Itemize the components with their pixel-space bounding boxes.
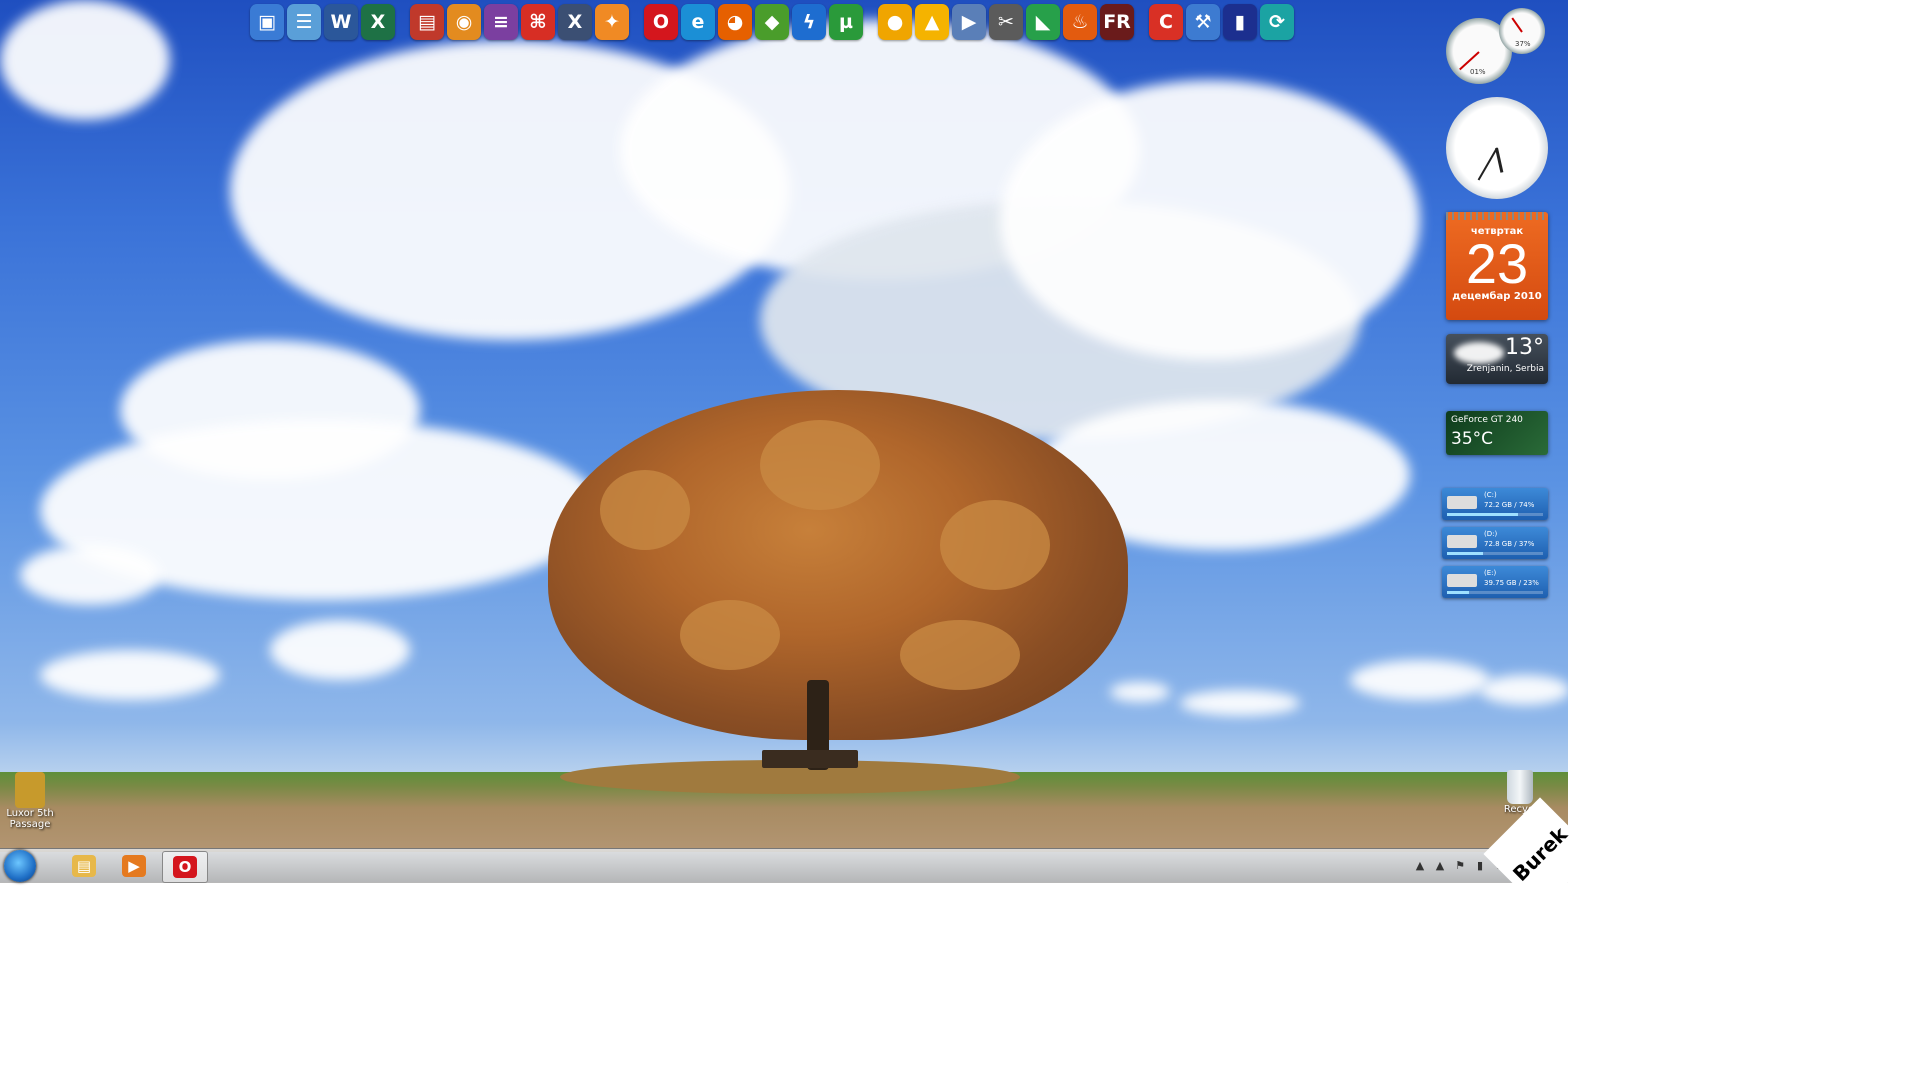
taskbar-media-player-button[interactable]: ▶	[112, 851, 156, 881]
tree-foliage	[940, 500, 1050, 590]
hard-drive-icon	[1447, 535, 1477, 548]
watermark-text: Burek	[1508, 822, 1572, 886]
memory-meter-needle	[1511, 17, 1523, 33]
tree-foliage	[680, 600, 780, 670]
weather-cloud-icon	[1454, 342, 1504, 364]
excel-icon[interactable]: X	[361, 4, 395, 40]
avast-icon[interactable]: ✦	[595, 4, 629, 40]
winrar-icon[interactable]: ≡	[484, 4, 518, 40]
internet-explorer-icon[interactable]: e	[681, 4, 715, 40]
equalizer-icon[interactable]: ▮	[1223, 4, 1257, 40]
luxor-desktop-icon[interactable]: Luxor 5th Passage	[4, 772, 56, 830]
calendar-month-year: децембар 2010	[1452, 291, 1542, 302]
drive-usage-bar	[1447, 513, 1543, 516]
cloud	[1180, 690, 1300, 716]
calendar-gadget[interactable]: четвртак 23 децембар 2010	[1446, 212, 1548, 320]
drive-gadget[interactable]: (D:) 72.8 GB / 37%	[1442, 527, 1548, 559]
taskbar-opera-icon: O	[173, 856, 197, 878]
gpu-name: GeForce GT 240	[1451, 415, 1523, 425]
gpu-temperature-gadget[interactable]: GeForce GT 240 35°C	[1446, 411, 1548, 455]
drive-size: 72.8 GB / 37%	[1484, 540, 1535, 548]
taskbar-opera-button[interactable]: O	[162, 851, 208, 883]
burning-icon[interactable]: ♨	[1063, 4, 1097, 40]
sync-icon[interactable]: ⟳	[1260, 4, 1294, 40]
tray-icon[interactable]: ⚑	[1454, 860, 1466, 872]
hard-drive-icon	[1447, 574, 1477, 587]
calendar-rings	[1446, 212, 1548, 220]
weather-location: Zrenjanin, Serbia	[1466, 364, 1544, 374]
luxor-icon-label: Luxor 5th Passage	[6, 808, 54, 830]
cloud	[1480, 675, 1568, 705]
clock-minute-hand	[1477, 147, 1498, 181]
clock-gadget[interactable]	[1446, 97, 1548, 199]
cloud	[1000, 80, 1420, 360]
tray-icon[interactable]: ▲	[1414, 860, 1426, 872]
save-icon[interactable]: ▤	[410, 4, 444, 40]
media-player-icon[interactable]: ▶	[952, 4, 986, 40]
drive-label: (C:)	[1484, 491, 1497, 499]
weather-temperature: 13°	[1505, 335, 1544, 360]
cpu-meter-value: 01%	[1470, 68, 1486, 76]
control-panel-icon[interactable]: ☰	[287, 4, 321, 40]
drive-size: 39.75 GB / 23%	[1484, 579, 1539, 587]
tree-foliage	[900, 620, 1020, 690]
xbox-icon[interactable]: ◆	[755, 4, 789, 40]
taskbar-media-player-icon: ▶	[122, 855, 146, 877]
orb-icon[interactable]: ●	[878, 4, 912, 40]
tools-icon[interactable]: ⚒	[1186, 4, 1220, 40]
bench	[762, 750, 858, 768]
cloud	[20, 545, 160, 605]
paint-icon[interactable]: ◣	[1026, 4, 1060, 40]
hard-drive-icon	[1447, 496, 1477, 509]
start-button[interactable]	[4, 850, 36, 882]
drive-gadget[interactable]: (E:) 39.75 GB / 23%	[1442, 566, 1548, 598]
drive-label: (E:)	[1484, 569, 1497, 577]
drive-usage-bar	[1447, 552, 1543, 555]
firefox-icon[interactable]: ◕	[718, 4, 752, 40]
drive-size: 72.2 GB / 74%	[1484, 501, 1535, 509]
fraps-icon[interactable]: FR	[1100, 4, 1134, 40]
taskbar-explorer-icon: ▤	[72, 855, 96, 877]
taskbar-explorer-button[interactable]: ▤	[62, 851, 106, 881]
drive-usage-fill	[1447, 513, 1519, 516]
memory-meter-value: 37%	[1515, 40, 1531, 48]
ccleaner-icon[interactable]: C	[1149, 4, 1183, 40]
luxor-game-icon	[15, 772, 45, 808]
utorrent-icon[interactable]: µ	[829, 4, 863, 40]
acrobat-icon[interactable]: ⌘	[521, 4, 555, 40]
computer-icon[interactable]: ▣	[250, 4, 284, 40]
tray-icon[interactable]: ▮	[1474, 860, 1486, 872]
drive-label: (D:)	[1484, 530, 1498, 538]
drive-usage-fill	[1447, 552, 1483, 555]
gpu-temperature: 35°C	[1451, 429, 1494, 449]
tray-icon[interactable]: ▲	[1434, 860, 1446, 872]
desktop[interactable]: ▣ ☰ W X ▤ ◉ ≡ ⌘ X ✦ Oe ◕ ◆ ϟ µ ● ▲ ▶ ✂ ◣ ♨ FR C ⚒ ▮ ⟳ 01% 37% чет…	[0, 0, 1568, 882]
taskbar: ▤▶O ▲▲⚑▮♪	[0, 848, 1568, 883]
tree-foliage	[600, 470, 690, 550]
cloud	[270, 620, 410, 680]
video-editor-icon[interactable]: ✂	[989, 4, 1023, 40]
cloud	[40, 650, 220, 700]
cloud	[0, 0, 170, 120]
aimp-icon[interactable]: ▲	[915, 4, 949, 40]
screenshot-icon[interactable]: ◉	[447, 4, 481, 40]
weather-gadget[interactable]: 13° Zrenjanin, Serbia	[1446, 334, 1548, 384]
drive-usage-bar	[1447, 591, 1543, 594]
memory-meter-gadget[interactable]: 37%	[1499, 8, 1545, 54]
calendar-date: 23	[1465, 232, 1529, 295]
cloud	[1110, 682, 1170, 702]
clock-hour-hand	[1495, 147, 1504, 173]
cloud	[1350, 660, 1490, 700]
download-accelerator-icon[interactable]: ϟ	[792, 4, 826, 40]
recycle-bin-icon	[1507, 770, 1533, 804]
word-icon[interactable]: W	[324, 4, 358, 40]
tree-foliage	[760, 420, 880, 510]
x-app-icon[interactable]: X	[558, 4, 592, 40]
opera-icon[interactable]: O	[644, 4, 678, 40]
drive-gadget[interactable]: (C:) 72.2 GB / 74%	[1442, 488, 1548, 520]
drive-usage-fill	[1447, 591, 1470, 594]
